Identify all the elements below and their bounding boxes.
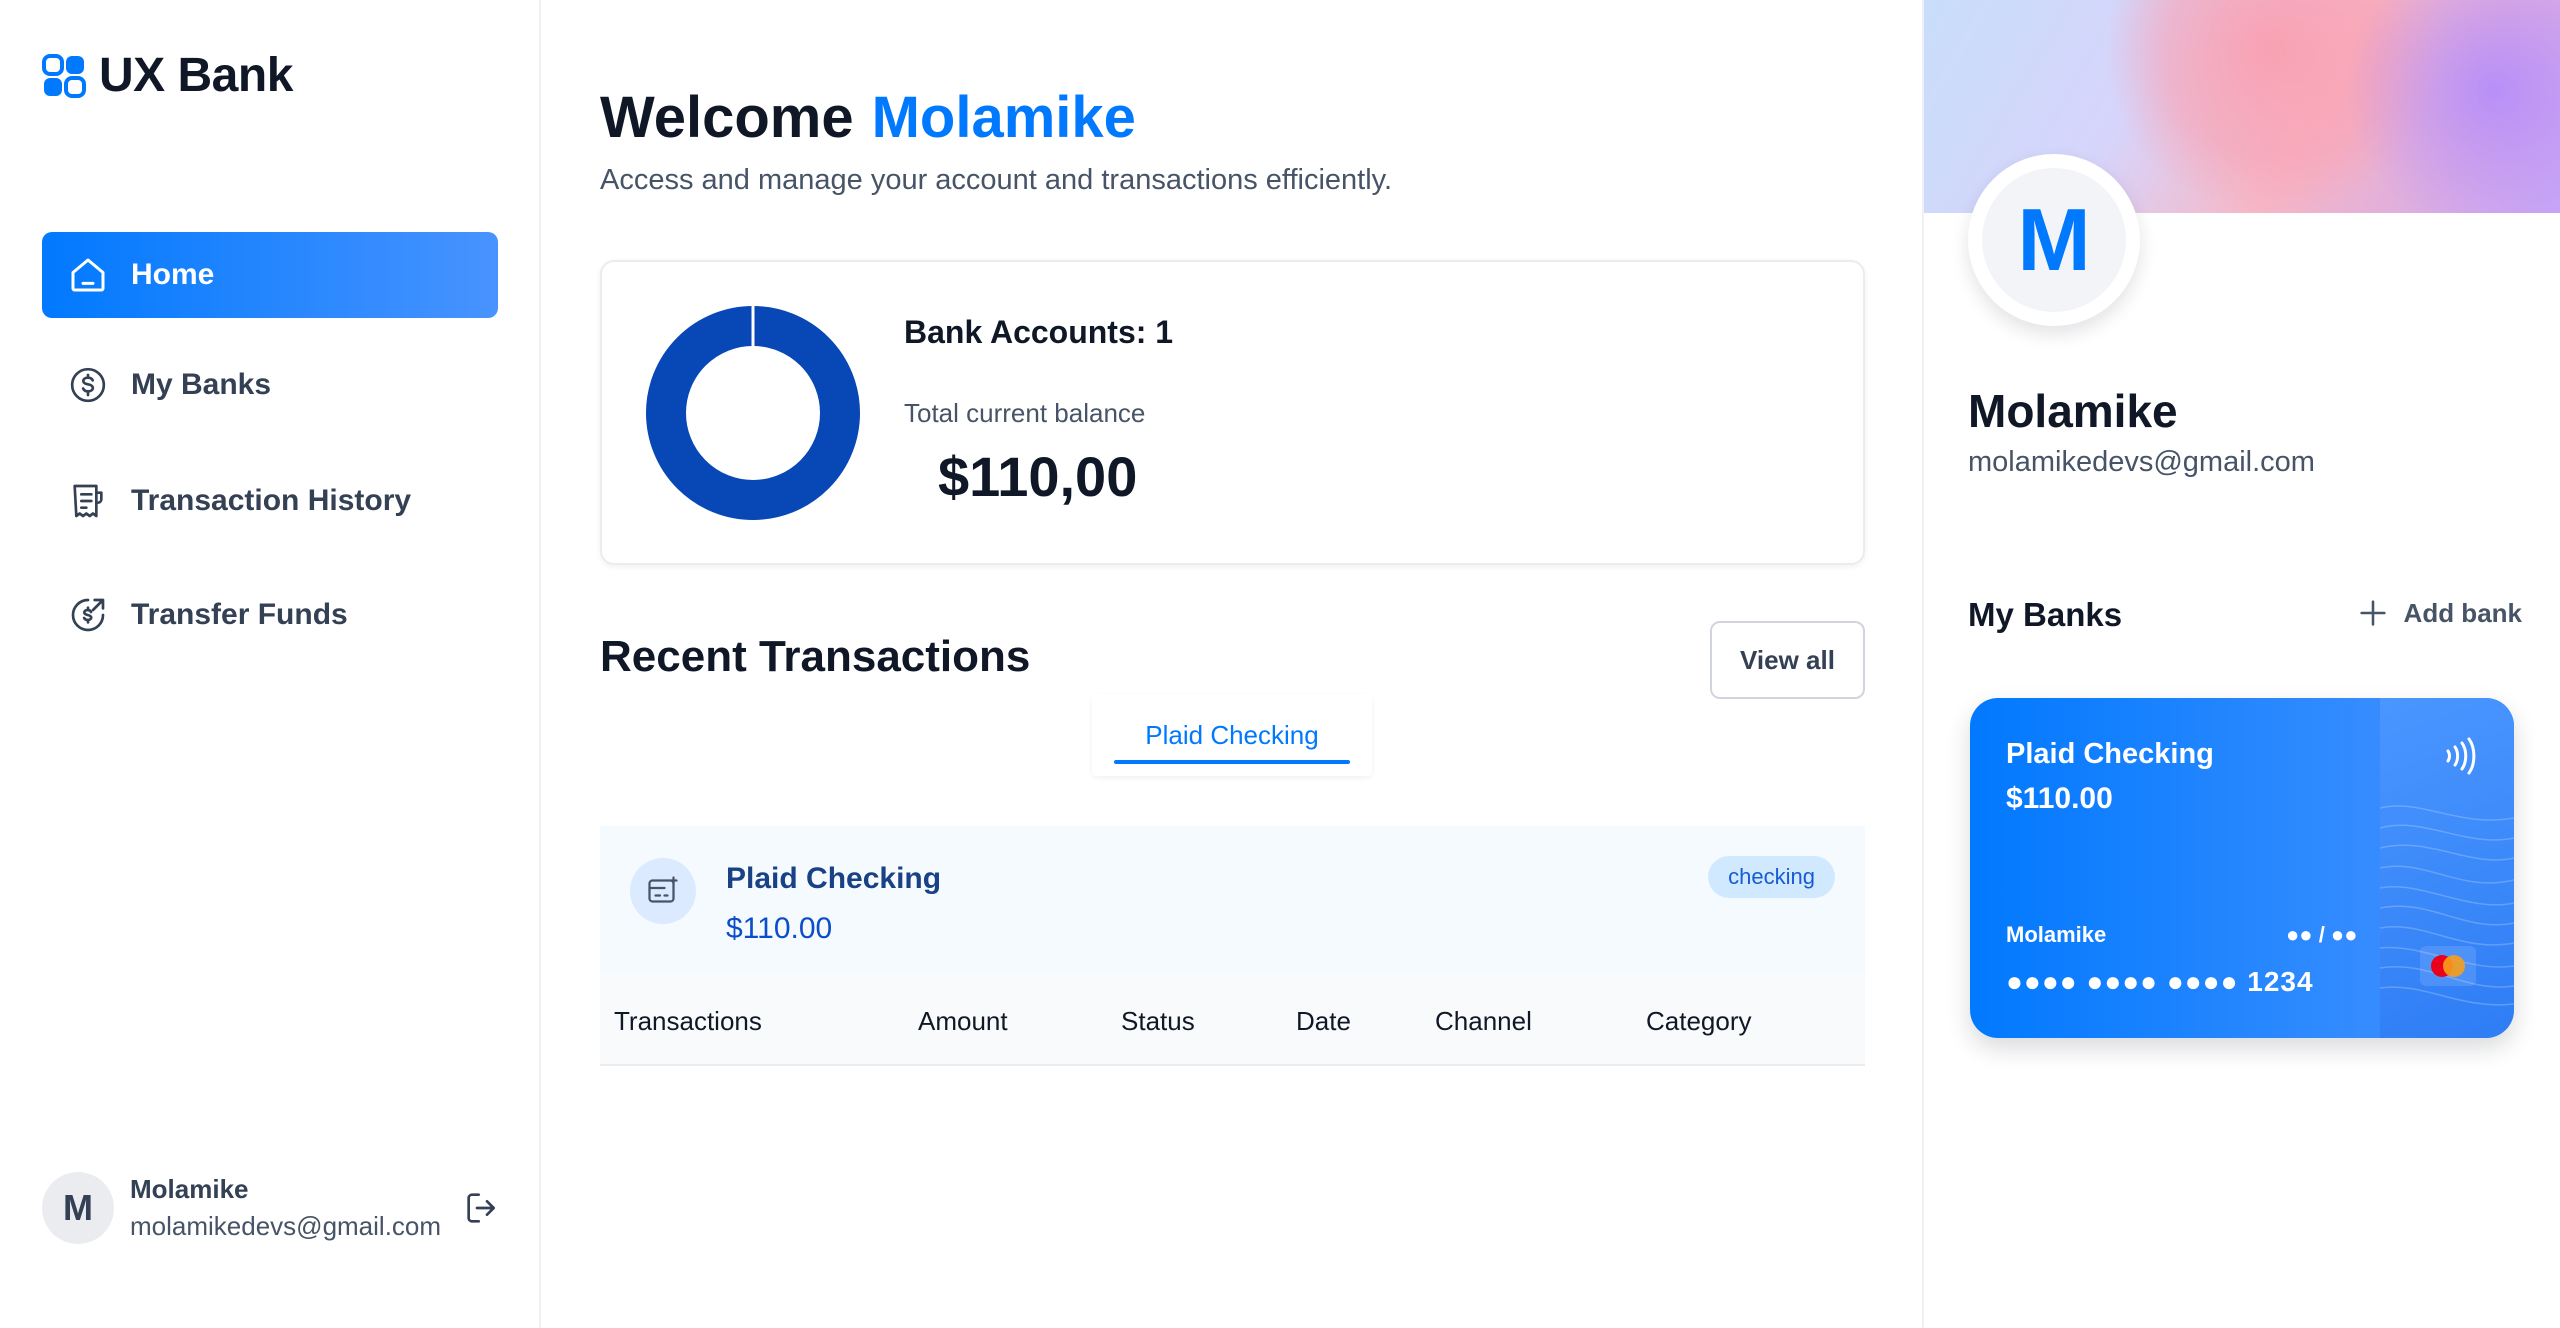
profile-avatar: M xyxy=(1982,168,2126,312)
bank-accounts-count: Bank Accounts: 1 xyxy=(904,314,1174,350)
total-balance-label: Total current balance xyxy=(904,398,1146,428)
sidebar-item-label: My Banks xyxy=(131,368,272,401)
sidebar-item-transaction-history[interactable]: Transaction History xyxy=(42,458,498,544)
banner-gradient-blob xyxy=(2344,0,2560,213)
page-title: Welcome Molamike xyxy=(600,84,1136,151)
profile-name: Molamike xyxy=(1968,385,2178,437)
profile-email: molamikedevs@gmail.com xyxy=(1968,446,2315,478)
sidebar-user-email: molamikedevs@gmail.com xyxy=(130,1211,442,1241)
card-bank-name: Plaid Checking xyxy=(2006,738,2214,770)
sidebar-item-label: Transfer Funds xyxy=(131,598,348,631)
profile-avatar-ring: M xyxy=(1968,154,2140,326)
left-sidebar: UX Bank Home My Banks Transaction Histor… xyxy=(0,0,541,1328)
sidebar-item-home[interactable]: Home xyxy=(42,232,498,318)
home-icon xyxy=(66,253,110,297)
app-root: UX Bank Home My Banks Transaction Histor… xyxy=(0,0,2560,1328)
greeting-text: Welcome xyxy=(600,85,854,150)
sidebar-user-info: Molamike molamikedevs@gmail.com xyxy=(130,1174,441,1242)
column-header-amount: Amount xyxy=(918,1006,1008,1036)
plus-icon xyxy=(2359,600,2386,626)
bank-card[interactable]: Plaid Checking $110.00 Molamike ●● / ●● … xyxy=(1970,698,2514,1038)
transactions-table-header: Transactions Amount Status Date Channel … xyxy=(600,974,1865,1066)
recent-transactions-title: Recent Transactions xyxy=(600,632,1031,681)
view-all-button[interactable]: View all xyxy=(1710,621,1865,699)
right-sidebar: M Molamike molamikedevs@gmail.com My Ban… xyxy=(1922,0,2560,1328)
sidebar-item-my-banks[interactable]: My Banks xyxy=(42,342,498,428)
balance-donut-chart xyxy=(646,306,860,520)
logo[interactable]: UX Bank xyxy=(41,48,293,103)
app-name: UX Bank xyxy=(99,49,293,102)
page-subtitle: Access and manage your account and trans… xyxy=(600,164,1393,196)
add-bank-button[interactable]: Add bank xyxy=(2356,596,2522,630)
column-header-date: Date xyxy=(1296,1006,1351,1036)
receipt-icon xyxy=(66,479,110,523)
contactless-icon xyxy=(2446,737,2476,775)
ux-bank-logo-icon xyxy=(42,53,86,98)
add-bank-label: Add bank xyxy=(2403,597,2522,628)
bank-card-icon xyxy=(630,858,696,924)
card-number: ●●●● ●●●● ●●●● 1234 xyxy=(2006,966,2314,997)
column-header-category: Category xyxy=(1646,1006,1752,1036)
total-balance-value: $110,00 xyxy=(938,445,1138,508)
sidebar-user: M Molamike molamikedevs@gmail.com xyxy=(42,1168,502,1248)
card-holder-name: Molamike xyxy=(2006,922,2107,947)
sidebar-item-label: Transaction History xyxy=(131,484,412,517)
my-banks-title: My Banks xyxy=(1968,596,2123,633)
sidebar-item-transfer-funds[interactable]: Transfer Funds xyxy=(42,572,498,658)
card-expiry: ●● / ●● xyxy=(2286,922,2358,947)
tab-label: Plaid Checking xyxy=(1145,719,1319,750)
logout-icon[interactable] xyxy=(462,1188,502,1228)
tab-plaid-checking[interactable]: Plaid Checking xyxy=(1092,694,1372,776)
card-balance: $110.00 xyxy=(2006,782,2113,815)
active-tab-indicator xyxy=(1114,760,1350,764)
sidebar-item-label: Home xyxy=(131,258,215,291)
bank-balance: $110.00 xyxy=(726,912,833,945)
avatar: M xyxy=(42,1172,114,1244)
bank-name: Plaid Checking xyxy=(726,862,942,895)
money-send-icon xyxy=(66,593,110,637)
total-balance-card: Bank Accounts: 1 Total current balance $… xyxy=(600,260,1865,565)
bank-info-row[interactable]: Plaid Checking $110.00 checking xyxy=(600,826,1865,974)
column-header-status: Status xyxy=(1121,1006,1195,1036)
greeting-user-name: Molamike xyxy=(871,85,1136,150)
account-type-badge: checking xyxy=(1708,856,1835,898)
column-header-channel: Channel xyxy=(1435,1006,1532,1036)
mastercard-icon xyxy=(2420,946,2476,986)
sidebar-user-name: Molamike xyxy=(130,1174,249,1204)
column-header-transactions: Transactions xyxy=(614,1006,762,1036)
dollar-circle-icon xyxy=(66,363,110,407)
